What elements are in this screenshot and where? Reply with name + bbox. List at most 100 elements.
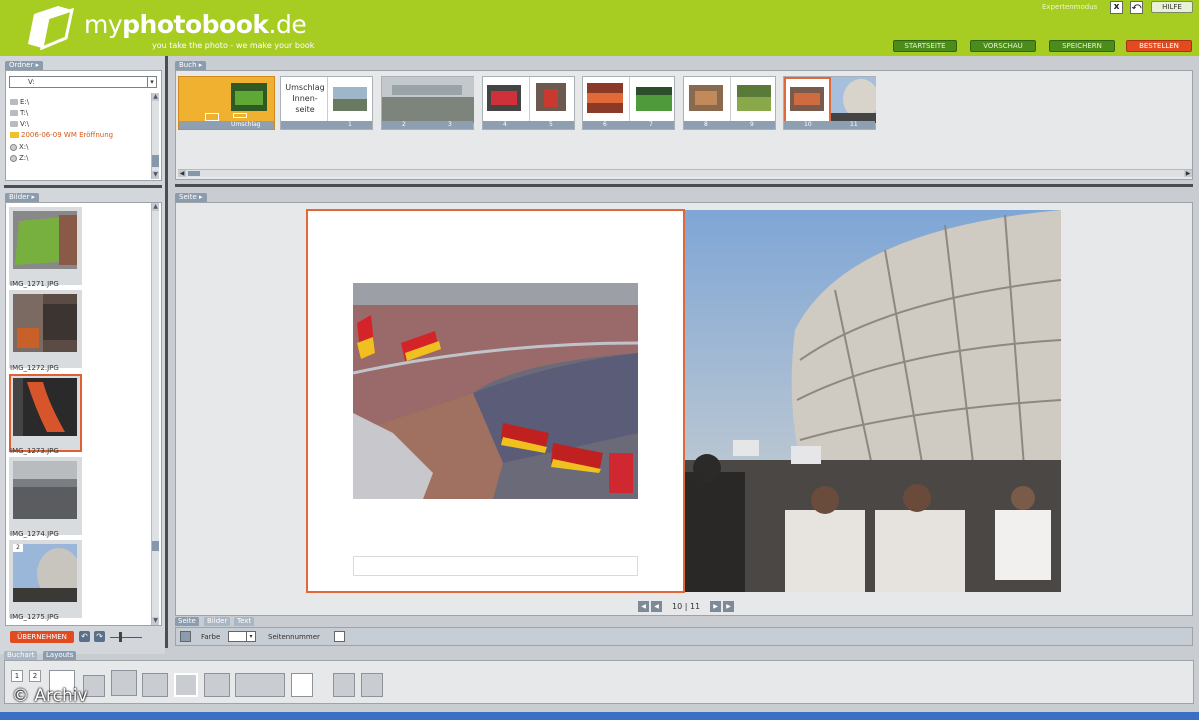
tab-images[interactable]: Bilder [204, 617, 231, 626]
rotate-left-icon[interactable]: ↶ [79, 631, 90, 642]
save-button[interactable]: SPEICHERN [1049, 40, 1115, 52]
scroll-right-icon[interactable]: ▶ [1184, 170, 1192, 177]
color-select[interactable]: ▾ [228, 631, 256, 642]
right-page[interactable] [685, 210, 1061, 592]
properties-bar: Farbe ▾ Seitennummer [175, 627, 1193, 646]
layout-option[interactable] [111, 670, 137, 696]
zoom-slider-handle[interactable] [119, 632, 122, 642]
tab-page[interactable]: Seite [175, 617, 199, 626]
chevron-down-icon[interactable]: ▾ [147, 77, 156, 87]
expert-mode-icon[interactable]: ⤺ [1130, 1, 1143, 14]
spread-divider [529, 77, 530, 123]
logo-icon [28, 6, 75, 50]
expert-mode-close[interactable]: x [1110, 1, 1123, 14]
stadium-photo [685, 210, 1061, 592]
tab-book-type[interactable]: Buchart [4, 651, 38, 660]
book-title: Buch ▸ [175, 61, 207, 70]
taskbar [0, 712, 1199, 720]
vertical-splitter[interactable] [165, 56, 168, 648]
drive-icon [10, 99, 18, 105]
page-layout-icon[interactable] [180, 631, 191, 642]
cover-placeholder [233, 113, 247, 118]
next-page-icon[interactable]: ▶ [710, 601, 721, 612]
help-button[interactable]: HILFE [1151, 1, 1193, 13]
spread-divider [730, 77, 731, 123]
layout-count-1[interactable]: 1 [11, 670, 23, 682]
tree-item-x[interactable]: X:\ [10, 143, 29, 151]
book-spread-6-7[interactable]: 67 [582, 76, 675, 130]
thumbnail-card[interactable] [9, 290, 82, 368]
page-title: Seite ▸ [175, 193, 207, 202]
page-text-field[interactable] [353, 556, 638, 576]
layout-option[interactable] [235, 673, 285, 697]
thumbnail-card[interactable] [9, 457, 82, 535]
scroll-thumb[interactable] [188, 171, 200, 176]
book-spread-cover[interactable]: Umschlag [178, 76, 275, 130]
tree-item-wm-folder[interactable]: 2006-06-09 WM Eröffnung [10, 131, 113, 139]
layout-option[interactable] [142, 673, 168, 697]
crowd-photo-image [353, 283, 638, 499]
cover-placeholder [205, 113, 219, 121]
usage-badge: 2 [13, 544, 23, 552]
page-photo [587, 83, 623, 113]
page-number-checkbox[interactable] [334, 631, 345, 642]
thumbnail-label: IMG_1272.JPG [10, 364, 59, 372]
page-photo [536, 83, 566, 111]
thumbnail-card[interactable] [9, 207, 82, 285]
layout-option[interactable] [361, 673, 383, 697]
thumbnail-label: IMG_1274.JPG [10, 530, 59, 538]
tree-item-e[interactable]: E:\ [10, 98, 29, 106]
scroll-up-icon[interactable]: ▲ [152, 203, 159, 211]
accept-button[interactable]: ÜBERNEHMEN [10, 631, 74, 643]
layout-option[interactable] [204, 673, 230, 697]
scroll-down-icon[interactable]: ▼ [152, 617, 159, 625]
book-spread-inside-cover[interactable]: Umschlag Innen- seite 1 [280, 76, 373, 130]
order-button[interactable]: BESTELLEN [1126, 40, 1192, 52]
panorama-photo [382, 77, 474, 123]
book-spread-2-3[interactable]: 23 [381, 76, 474, 130]
cd-icon [10, 143, 17, 151]
spread-page-numbers: 45 [483, 121, 574, 129]
book-spread-8-9[interactable]: 89 [683, 76, 776, 130]
layout-option[interactable] [291, 673, 313, 697]
book-scrollbar[interactable]: ◀ ▶ [178, 169, 1192, 177]
scroll-left-icon[interactable]: ◀ [178, 170, 186, 177]
layout-option[interactable] [174, 673, 198, 697]
preview-button[interactable]: VORSCHAU [970, 40, 1036, 52]
crowd-photo[interactable] [353, 283, 638, 499]
page-photo [737, 85, 771, 111]
last-page-icon[interactable]: ▶ [723, 601, 734, 612]
scroll-thumb[interactable] [152, 155, 159, 167]
images-scrollbar[interactable]: ▲ ▼ [151, 203, 159, 625]
prev-page-icon[interactable]: ◀ [651, 601, 662, 612]
tree-item-z[interactable]: Z:\ [10, 154, 29, 162]
scroll-up-icon[interactable]: ▲ [152, 93, 159, 101]
first-page-icon[interactable]: ◀ [638, 601, 649, 612]
layout-count-2[interactable]: 2 [29, 670, 41, 682]
book-spread-4-5[interactable]: 45 [482, 76, 575, 130]
thumbnail-card-selected[interactable] [9, 374, 82, 452]
thumbnail-label: IMG_1271.JPG [10, 280, 59, 288]
drive-select[interactable]: V: ▾ [9, 76, 157, 88]
start-page-button[interactable]: STARTSEITE [893, 40, 957, 52]
folders-scrollbar[interactable]: ▲ ▼ [151, 93, 159, 179]
tree-item-t[interactable]: T:\ [10, 109, 28, 117]
spread-page-numbers: 67 [583, 121, 674, 129]
tree-item-v[interactable]: V:\ [10, 120, 29, 128]
left-splitter[interactable] [4, 185, 162, 188]
layout-option[interactable] [333, 673, 355, 697]
chevron-down-icon[interactable]: ▾ [246, 632, 255, 641]
zoom-slider[interactable] [110, 637, 142, 638]
tab-text[interactable]: Text [234, 617, 255, 626]
cover-photo [231, 83, 267, 111]
book-spread-10-11-selected[interactable]: 10 11 [783, 76, 876, 130]
layouts-panel: 1 2 [4, 660, 1194, 704]
thumbnail-image [13, 544, 77, 602]
page-photo [790, 87, 824, 111]
brand-name: myphotobook.de [84, 10, 307, 39]
tab-layouts[interactable]: Layouts [43, 651, 77, 660]
rotate-right-icon[interactable]: ↷ [94, 631, 105, 642]
scroll-thumb[interactable] [152, 541, 159, 551]
main-splitter[interactable] [175, 184, 1193, 187]
scroll-down-icon[interactable]: ▼ [152, 171, 159, 179]
